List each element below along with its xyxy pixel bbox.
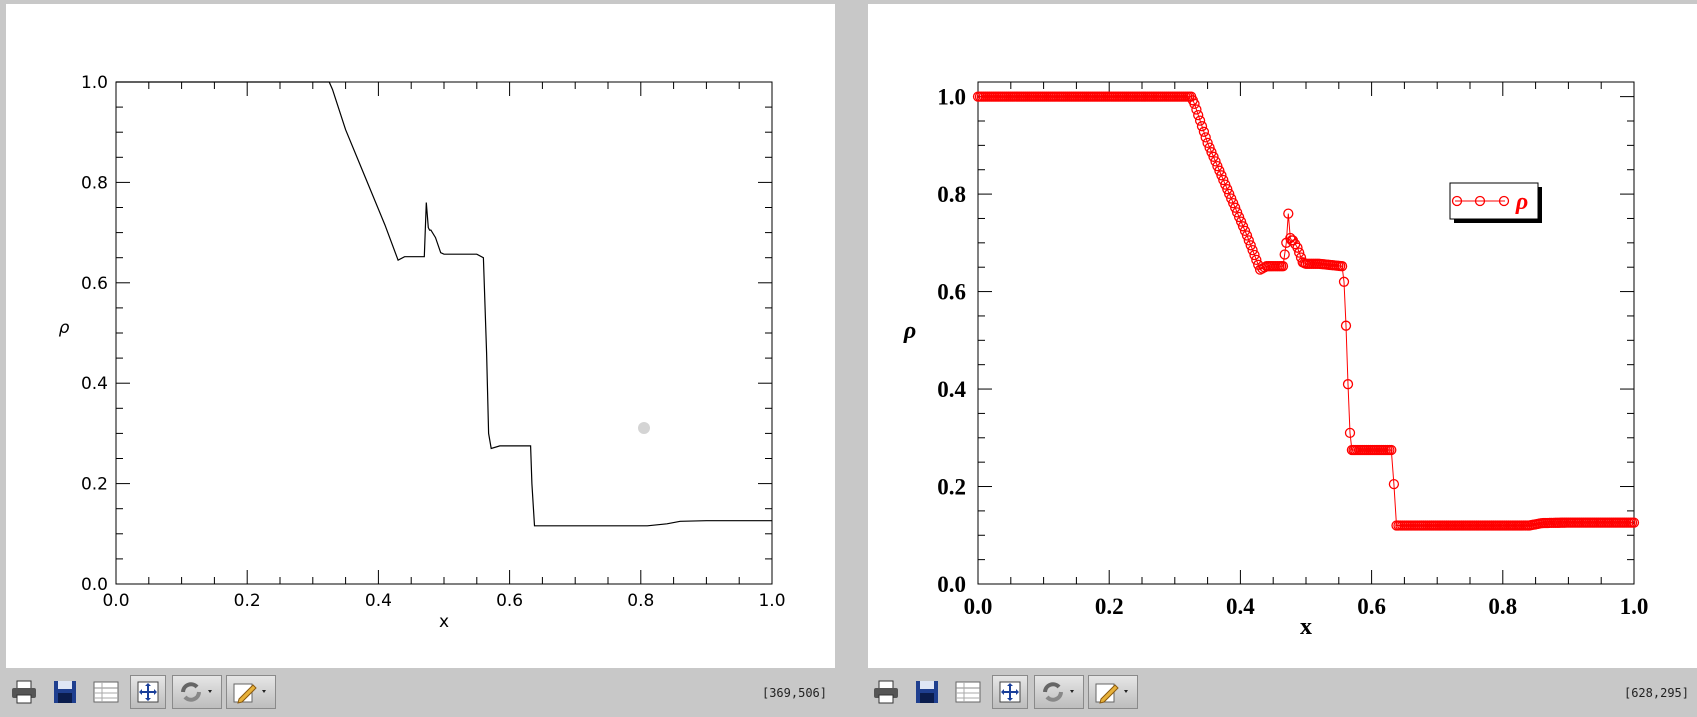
series-group bbox=[116, 81, 772, 527]
refresh-button[interactable] bbox=[172, 675, 222, 709]
y-tick-labels: 0.0 0.2 0.4 0.6 0.8 1.0 bbox=[937, 85, 966, 597]
series-group bbox=[972, 91, 1640, 531]
y-tick-label: 1.0 bbox=[81, 73, 108, 93]
right-plot-canvas[interactable]: 0.0 0.2 0.4 0.6 0.8 1.0 0.0 0.2 0.4 0.6 0.8 1.0 x … bbox=[868, 4, 1697, 668]
edit-icon bbox=[233, 683, 266, 704]
left-plot-window: 0.0 0.2 0.4 0.6 0.8 1.0 0.0 0.2 0.4 0.6 0.8 1.0 x … bbox=[0, 0, 835, 717]
save-icon bbox=[54, 681, 76, 703]
print-button[interactable] bbox=[868, 675, 904, 709]
y-tick-label: 0.2 bbox=[937, 475, 966, 500]
x-tick-label: 0.6 bbox=[496, 591, 523, 611]
left-plot-canvas[interactable]: 0.0 0.2 0.4 0.6 0.8 1.0 0.0 0.2 0.4 0.6 0.8 1.0 x … bbox=[6, 4, 835, 668]
y-tick-label: 0.6 bbox=[937, 280, 966, 305]
print-icon bbox=[874, 680, 898, 704]
left-plot-svg: 0.0 0.2 0.4 0.6 0.8 1.0 0.00.20.40.60.81.0 x … bbox=[59, 73, 786, 632]
refresh-icon bbox=[181, 682, 212, 702]
zoom-fit-button[interactable] bbox=[130, 675, 166, 709]
edit-button[interactable] bbox=[226, 675, 276, 709]
left-toolbar: [369,506] bbox=[0, 668, 835, 717]
x-tick-label: 0.8 bbox=[627, 591, 654, 611]
print-button[interactable] bbox=[6, 675, 42, 709]
refresh-button[interactable] bbox=[1034, 675, 1084, 709]
axis-ticks bbox=[115, 81, 773, 585]
y-axis-label: ρ bbox=[59, 318, 70, 338]
cursor-coordinate-readout: [628,295] bbox=[1623, 686, 1689, 700]
x-tick-label: 0.6 bbox=[1357, 594, 1386, 619]
y-tick-label: 0.8 bbox=[937, 182, 966, 207]
y-tick-labels: 0.0 0.2 0.4 0.6 0.8 1.0 bbox=[81, 73, 108, 595]
y-tick-label: 0.6 bbox=[81, 274, 108, 294]
y-tick-label: 0.0 bbox=[81, 575, 108, 595]
right-plot-window: 0.0 0.2 0.4 0.6 0.8 1.0 0.0 0.2 0.4 0.6 0.8 1.0 x … bbox=[862, 0, 1697, 717]
x-tick-label: 1.0 bbox=[758, 591, 785, 611]
refresh-icon bbox=[1043, 682, 1074, 702]
table-icon bbox=[955, 681, 981, 703]
x-tick-label: 0.4 bbox=[365, 591, 392, 611]
table-icon bbox=[93, 681, 119, 703]
x-axis-label: x bbox=[439, 612, 449, 632]
cursor-coordinate-readout: [369,506] bbox=[761, 686, 827, 700]
x-tick-labels: 0.0 0.2 0.4 0.6 0.8 1.0 bbox=[102, 591, 785, 611]
plot-frame bbox=[977, 81, 1635, 585]
legend-label: ρ bbox=[1515, 189, 1528, 215]
right-toolbar: [628,295] bbox=[862, 668, 1697, 717]
y-tick-label: 0.8 bbox=[81, 173, 108, 193]
right-plot-svg: 0.0 0.2 0.4 0.6 0.8 1.0 0.00.20.40.60.81.0 x … bbox=[903, 81, 1649, 640]
table-button[interactable] bbox=[950, 675, 986, 709]
x-tick-label: 0.4 bbox=[1226, 594, 1255, 619]
legend: ρ bbox=[1449, 182, 1542, 223]
x-tick-label: 1.0 bbox=[1620, 594, 1649, 619]
series-line bbox=[116, 81, 772, 527]
y-tick-label: 0.2 bbox=[81, 475, 108, 495]
y-axis-label: ρ bbox=[903, 318, 916, 344]
table-button[interactable] bbox=[88, 675, 124, 709]
axis-ticks bbox=[977, 82, 1635, 585]
save-button[interactable] bbox=[909, 675, 945, 709]
series-line bbox=[978, 96, 1634, 526]
plot-frame bbox=[115, 81, 773, 585]
edit-button[interactable] bbox=[1088, 675, 1138, 709]
x-tick-label: 0.2 bbox=[234, 591, 261, 611]
x-tick-label: 0.2 bbox=[1095, 594, 1124, 619]
y-tick-label: 0.0 bbox=[937, 572, 966, 597]
cursor-indicator bbox=[638, 422, 650, 434]
y-tick-label: 0.4 bbox=[81, 374, 108, 394]
zoom-fit-button[interactable] bbox=[992, 675, 1028, 709]
y-tick-label: 1.0 bbox=[937, 85, 966, 110]
save-icon bbox=[916, 681, 938, 703]
edit-icon bbox=[1095, 683, 1128, 704]
x-tick-label: 0.8 bbox=[1488, 594, 1517, 619]
print-icon bbox=[12, 680, 36, 704]
save-button[interactable] bbox=[47, 675, 83, 709]
x-tick-label: 0.0 bbox=[964, 594, 993, 619]
zoom-fit-icon bbox=[999, 681, 1021, 703]
zoom-fit-icon bbox=[137, 681, 159, 703]
x-axis-label: x bbox=[1300, 614, 1312, 640]
y-tick-label: 0.4 bbox=[937, 377, 966, 402]
